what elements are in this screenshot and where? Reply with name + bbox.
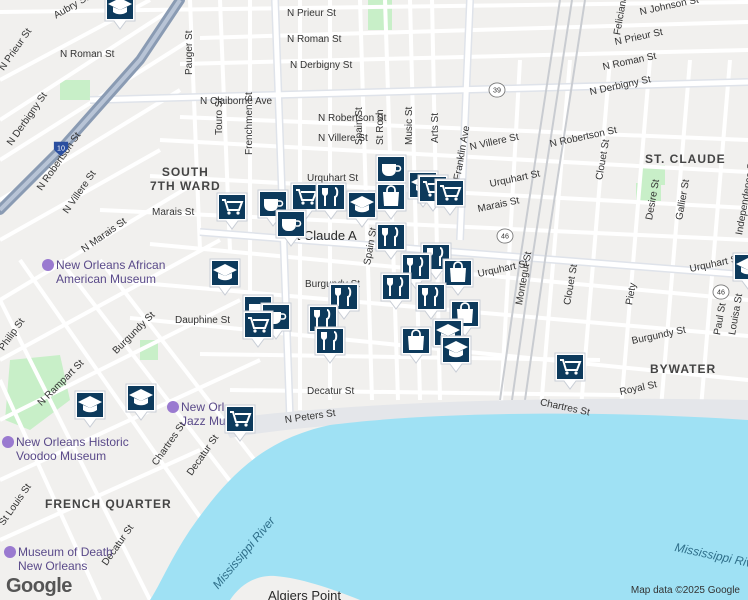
neighborhood-label: BYWATER [650,362,717,376]
street-label: N Roman St [60,49,115,60]
route-shield-icon: 46 [712,284,730,300]
museum-icon[interactable] [167,401,179,413]
school-pin[interactable] [72,388,108,430]
street-label: Marais St [152,207,195,218]
route-shield-icon: 10 [53,141,69,156]
map-data-credit: Map data ©2025 Google [630,585,740,596]
street-label: N Roman St [287,34,342,45]
route-shield-label: 46 [501,233,509,241]
shopping-cart-pin[interactable] [214,190,250,232]
route-shield-icon: 39 [488,82,506,98]
shopping-cart-pin[interactable] [432,176,468,218]
shopping-cart-pin[interactable] [222,402,258,444]
poi-label: New Orleans African American Museum [56,258,166,286]
route-shield-icon: 46 [496,228,514,244]
route-shield-label: 10 [57,145,65,153]
neighborhood-label: FRENCH QUARTER [45,497,172,511]
school-pin[interactable] [102,0,138,32]
cafe-pin[interactable] [273,207,309,249]
museum-icon[interactable] [4,546,16,558]
shopping-bag-pin[interactable] [398,324,434,366]
neighborhood-label: ST. CLAUDE [645,152,726,166]
school-pin[interactable] [438,333,474,375]
google-logo[interactable]: Google [6,575,72,598]
poi-label: New Orleans Historic Voodoo Museum [16,435,129,463]
street-label: N Prieur St [287,8,336,19]
street-label: Arts St [430,112,441,143]
street-label: Decatur St [307,386,355,397]
neighborhood-label: SOUTH 7TH WARD [150,165,221,193]
map-canvas[interactable]: N Prieur St N Johnson St Aubry St N Roman S… [0,0,748,600]
restaurant-pin[interactable] [312,324,348,366]
street-label: N Claiborne Ave [200,96,273,107]
shopping-bag-pin[interactable] [373,180,409,222]
poi-label: Museum of Death New Orleans [18,545,113,573]
street-label: Frenchmen St [244,92,255,155]
street-label: Music St [404,106,415,145]
route-shield-label: 39 [493,87,501,95]
school-pin[interactable] [207,256,243,298]
school-pin[interactable] [123,381,159,423]
school-pin[interactable] [730,250,748,292]
place-label: Algiers Point [268,588,341,600]
shopping-cart-pin[interactable] [240,308,276,350]
street-label: Spain St [354,107,365,145]
route-shield-label: 46 [717,289,725,297]
museum-icon[interactable] [2,436,14,448]
street-label: Touro St [214,97,225,135]
shopping-cart-pin[interactable] [552,350,588,392]
street-label: Pauger St [184,30,195,75]
restaurant-pin[interactable] [378,270,414,312]
street-label: Dauphine St [175,315,231,326]
street-label: St Roch [375,109,386,145]
museum-icon[interactable] [42,259,54,271]
street-label: N Derbigny St [290,60,353,71]
